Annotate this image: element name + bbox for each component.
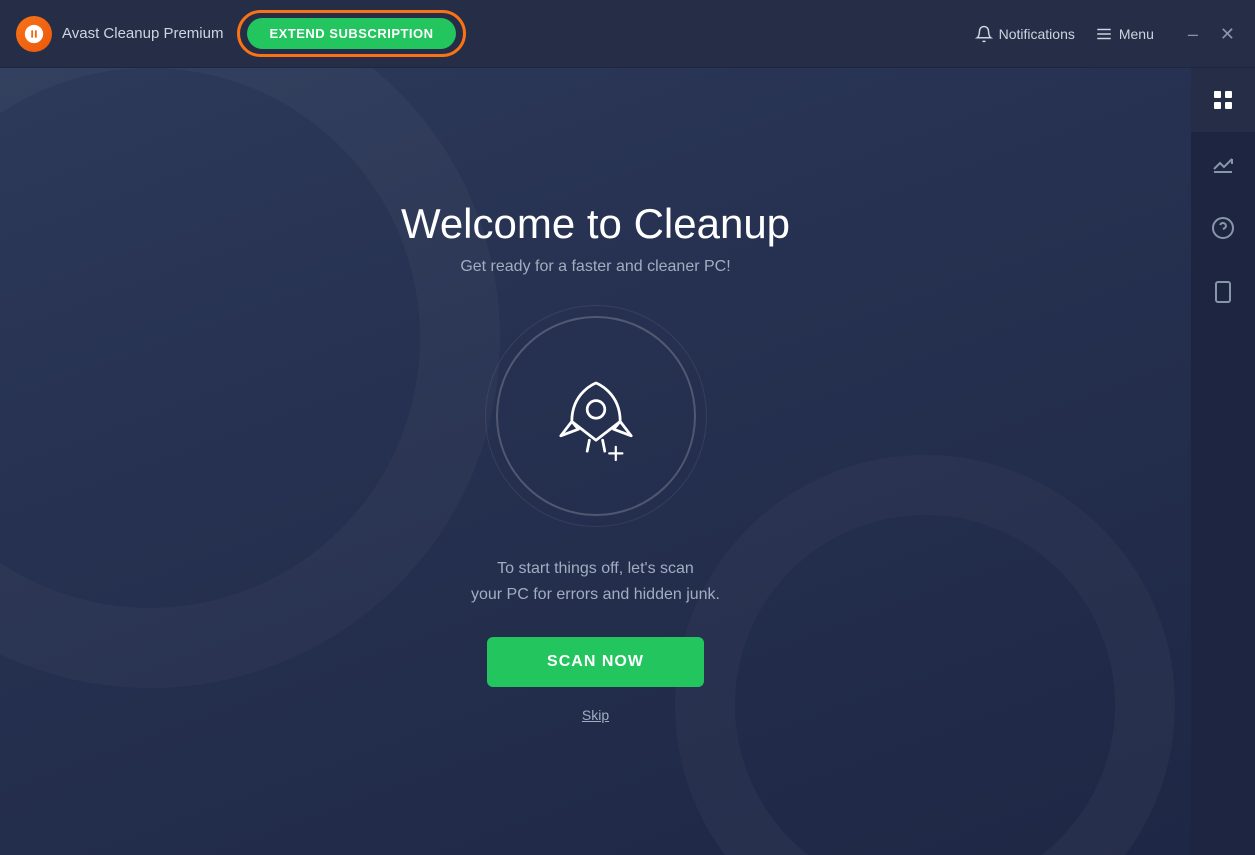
rocket-icon	[541, 361, 651, 471]
avast-logo-icon	[23, 23, 45, 45]
sidebar-performance-button[interactable]	[1191, 132, 1255, 196]
help-icon	[1211, 216, 1235, 240]
extend-subscription-button[interactable]: EXTEND SUBSCRIPTION	[247, 18, 455, 49]
notifications-button[interactable]: Notifications	[975, 25, 1075, 43]
minimize-button[interactable]: –	[1184, 23, 1202, 45]
rocket-icon-circle	[496, 316, 696, 516]
welcome-title: Welcome to Cleanup	[401, 200, 790, 248]
center-section: Welcome to Cleanup Get ready for a faste…	[0, 68, 1191, 855]
scan-description-line2: your PC for errors and hidden junk.	[471, 586, 720, 603]
main-content: Welcome to Cleanup Get ready for a faste…	[0, 68, 1255, 855]
sidebar-device-button[interactable]	[1191, 260, 1255, 324]
titlebar: Avast Cleanup Premium EXTEND SUBSCRIPTIO…	[0, 0, 1255, 68]
window-controls: – ✕	[1184, 23, 1239, 45]
sidebar-help-button[interactable]	[1191, 196, 1255, 260]
close-button[interactable]: ✕	[1216, 23, 1239, 45]
sidebar-home-button[interactable]	[1191, 68, 1255, 132]
chart-icon	[1211, 152, 1235, 176]
menu-label: Menu	[1119, 26, 1154, 42]
menu-icon	[1095, 25, 1113, 43]
scan-description: To start things off, let's scan your PC …	[471, 556, 720, 607]
titlebar-right: Notifications Menu – ✕	[975, 23, 1239, 45]
notifications-label: Notifications	[999, 26, 1075, 42]
scan-now-button[interactable]: SCAN NOW	[487, 637, 704, 687]
app-title: Avast Cleanup Premium	[62, 25, 223, 42]
avast-logo	[16, 16, 52, 52]
device-icon	[1211, 280, 1235, 304]
extend-subscription-wrapper: EXTEND SUBSCRIPTION	[247, 18, 455, 49]
logo-area: Avast Cleanup Premium	[16, 16, 223, 52]
grid-icon	[1211, 88, 1235, 112]
welcome-subtitle: Get ready for a faster and cleaner PC!	[460, 258, 730, 276]
menu-button[interactable]: Menu	[1095, 25, 1154, 43]
scan-description-line1: To start things off, let's scan	[497, 560, 694, 577]
right-sidebar	[1191, 68, 1255, 855]
skip-button[interactable]: Skip	[582, 707, 609, 723]
bell-icon	[975, 25, 993, 43]
